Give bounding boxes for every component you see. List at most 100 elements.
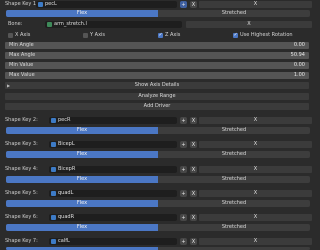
bone-x-button[interactable]: X — [186, 21, 312, 28]
shape-key-row-4: Shape Key 4: BicepR + X X — [3, 166, 312, 173]
flex-stretched-toggle-2[interactable]: Flex Stretched — [6, 127, 310, 134]
field-value: 1.00 — [293, 72, 305, 78]
add-icon[interactable]: + — [180, 190, 187, 197]
stretched-segment[interactable]: Stretched — [158, 127, 310, 134]
shape-key-row-5: Shape Key 5: quadL + X X — [3, 190, 312, 197]
field-label: Max Value — [9, 72, 35, 78]
shape-key-value: calfL — [58, 238, 70, 244]
add-driver-button[interactable]: Add Driver — [5, 103, 309, 110]
bone-value: arm_stretch.l — [54, 21, 87, 27]
shape-key-dropdown[interactable]: calfL — [49, 238, 177, 245]
flex-segment[interactable]: Flex — [6, 127, 158, 134]
highest-rotation-label: Use Highest Rotation — [240, 32, 293, 38]
flex-stretched-toggle-3[interactable]: Flex Stretched — [6, 151, 310, 158]
field-value: 0.00 — [293, 62, 305, 68]
field-label: Min Value — [9, 62, 34, 68]
stretched-segment[interactable]: Stretched — [158, 200, 310, 207]
shape-key-row-2: Shape Key 2: pecR + X X — [3, 117, 312, 124]
field-label: Min Angle — [9, 42, 34, 48]
shape-key-row-7: Shape Key 7: calfL + X X — [3, 238, 312, 245]
flex-segment[interactable]: Flex — [6, 176, 158, 183]
shape-key-row-6: Shape Key 6: quadR + X X — [3, 214, 312, 221]
shape-key-value: pecL — [45, 1, 57, 7]
bone-icon — [47, 22, 52, 27]
field-value: 0.00 — [293, 42, 305, 48]
x-button[interactable]: X — [199, 141, 312, 148]
shape-key-icon — [38, 2, 43, 7]
shape-key-row-3: Shape Key 3: BicepL + X X — [3, 141, 312, 148]
flex-segment[interactable]: Flex — [6, 151, 158, 158]
flex-stretched-toggle-6[interactable]: Flex Stretched — [6, 224, 310, 231]
x-button[interactable]: X — [199, 238, 312, 245]
add-icon[interactable]: + — [180, 166, 187, 173]
close-icon[interactable]: X — [190, 190, 197, 197]
shape-key-icon — [51, 142, 56, 147]
y-axis-checkbox[interactable] — [83, 33, 88, 38]
shape-key-icon — [51, 191, 56, 196]
shape-key-value: quadL — [58, 190, 74, 196]
shape-key-label: Shape Key 5: — [5, 190, 38, 196]
button-label: Show Axis Details — [134, 82, 180, 88]
shape-key-label: Shape Key 1: — [5, 1, 38, 7]
shape-key-label: Shape Key 2: — [5, 117, 38, 123]
x-button[interactable]: X — [199, 117, 312, 124]
bone-row: Bone: arm_stretch.l X — [3, 21, 312, 28]
highest-rotation-checkbox[interactable] — [233, 32, 238, 38]
flex-stretched-toggle-1[interactable]: Flex Stretched — [6, 10, 310, 17]
flex-segment[interactable]: Flex — [6, 224, 158, 231]
shape-key-label: Shape Key 7: — [5, 238, 38, 244]
shape-key-dropdown[interactable]: quadR — [49, 214, 177, 221]
bone-label: Bone: — [8, 21, 23, 27]
add-icon[interactable]: + — [180, 117, 187, 124]
min-angle-field[interactable]: Min Angle 0.00 — [5, 42, 309, 49]
flex-segment[interactable]: Flex — [6, 200, 158, 207]
shape-key-label: Shape Key 4: — [5, 166, 38, 172]
x-axis-label: X Axis — [15, 32, 31, 38]
stretched-segment[interactable]: Stretched — [158, 224, 310, 231]
x-button[interactable]: X — [199, 214, 312, 221]
x-button[interactable]: X — [199, 166, 312, 173]
shape-key-dropdown[interactable]: quadL — [49, 190, 177, 197]
close-icon[interactable]: X — [190, 1, 197, 8]
field-label: Max Angle — [9, 52, 36, 58]
flex-stretched-toggle-5[interactable]: Flex Stretched — [6, 200, 310, 207]
x-axis-checkbox[interactable] — [8, 33, 13, 38]
z-axis-checkbox[interactable] — [158, 32, 163, 38]
shape-key-dropdown[interactable]: BicepL — [49, 141, 177, 148]
shape-key-icon — [51, 239, 56, 244]
stretched-segment[interactable]: Stretched — [158, 10, 310, 17]
close-icon[interactable]: X — [190, 166, 197, 173]
add-icon[interactable]: + — [180, 238, 187, 245]
stretched-segment[interactable]: Stretched — [158, 176, 310, 183]
z-axis-label: Z Axis — [165, 32, 181, 38]
shape-key-dropdown[interactable]: pecR — [49, 117, 177, 124]
shape-key-dropdown[interactable]: pecL — [36, 1, 177, 8]
analyze-range-button[interactable]: Analyze Range — [5, 93, 309, 100]
max-value-field[interactable]: Max Value 1.00 — [5, 72, 309, 79]
add-icon[interactable]: + — [180, 141, 187, 148]
shape-key-dropdown[interactable]: BicepR — [49, 166, 177, 173]
close-icon[interactable]: X — [190, 141, 197, 148]
close-icon[interactable]: X — [190, 214, 197, 221]
stretched-segment[interactable]: Stretched — [158, 151, 310, 158]
shape-key-label: Shape Key 6: — [5, 214, 38, 220]
axis-row: X Axis Y Axis Z Axis Use Highest Rotatio… — [3, 32, 312, 39]
show-axis-details-button[interactable]: ▶ Show Axis Details — [5, 82, 309, 89]
y-axis-label: Y Axis — [90, 32, 106, 38]
add-icon[interactable]: + — [180, 1, 187, 8]
max-angle-field[interactable]: Max Angle 50.94 — [5, 52, 309, 59]
flex-stretched-toggle-4[interactable]: Flex Stretched — [6, 176, 310, 183]
shape-key-label: Shape Key 3: — [5, 141, 38, 147]
flex-segment[interactable]: Flex — [6, 10, 158, 17]
close-icon[interactable]: X — [190, 238, 197, 245]
shape-key-value: BicepL — [58, 141, 75, 147]
shape-key-icon — [51, 215, 56, 220]
shape-key-row-1: Shape Key 1: pecL + X X — [3, 1, 312, 8]
x-button[interactable]: X — [199, 190, 312, 197]
bone-dropdown[interactable]: arm_stretch.l — [45, 21, 182, 28]
x-button[interactable]: X — [199, 1, 312, 8]
add-icon[interactable]: + — [180, 214, 187, 221]
shape-key-value: quadR — [58, 214, 75, 220]
min-value-field[interactable]: Min Value 0.00 — [5, 62, 309, 69]
close-icon[interactable]: X — [190, 117, 197, 124]
